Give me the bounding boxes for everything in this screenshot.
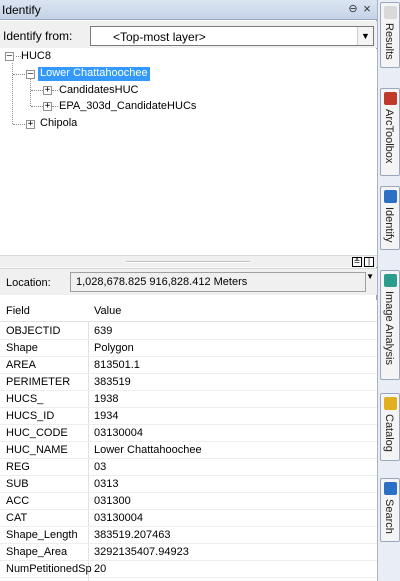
field-cell: NumPetitionedSp xyxy=(6,563,92,575)
pin-icon[interactable]: ⊖ xyxy=(346,2,360,16)
field-cell: SUB xyxy=(6,478,29,490)
value-cell: 03130004 xyxy=(94,427,143,439)
table-row[interactable]: HUCS_ 1938 xyxy=(0,391,377,408)
tree-node-chipola[interactable]: Chipola xyxy=(40,117,77,131)
field-cell: HUC_NAME xyxy=(6,444,68,456)
value-cell: 1934 xyxy=(94,410,119,422)
identify-from-dropdown[interactable]: <Top-most layer> ▼ xyxy=(90,26,374,46)
catalog-icon xyxy=(384,397,397,410)
title-bar: Identify ⊖ × xyxy=(0,0,377,20)
side-tab-label: Search xyxy=(383,499,395,534)
side-tab-image-analysis[interactable]: Image Analysis xyxy=(380,270,400,380)
location-menu-icon[interactable]: ▼ xyxy=(366,272,374,281)
value-cell: 383519 xyxy=(94,376,131,388)
identify-from-label: Identify from: xyxy=(3,29,73,43)
table-row[interactable]: SUB 0313 xyxy=(0,476,377,493)
value-cell: 639 xyxy=(94,325,113,337)
close-icon[interactable]: × xyxy=(360,2,374,16)
field-cell: HUCS_ID xyxy=(6,410,55,422)
table-row[interactable]: Shape Polygon xyxy=(0,340,377,357)
table-row[interactable]: HUCS_ID 1934 xyxy=(0,408,377,425)
field-cell: ACC xyxy=(6,495,30,507)
side-tab-label: ArcToolbox xyxy=(383,109,395,164)
side-tab-label: Results xyxy=(383,23,395,60)
location-label: Location: xyxy=(6,277,51,289)
value-cell: 031300 xyxy=(94,495,131,507)
location-value: 1,028,678.825 916,828.412 Meters xyxy=(76,276,248,288)
results-icon xyxy=(384,6,397,19)
value-cell: 03130004 xyxy=(94,512,143,524)
expand-toggle-epa-303d[interactable]: + xyxy=(43,102,52,111)
collapse-toggle-huc8[interactable]: – xyxy=(5,52,14,61)
identify-from-row: Identify from: <Top-most layer> ▼ xyxy=(0,21,377,48)
value-cell: 3292135407.94923 xyxy=(94,546,189,558)
identify-icon xyxy=(384,190,397,203)
tree-node-huc8[interactable]: HUC8 xyxy=(21,50,51,64)
field-cell: AREA xyxy=(6,359,36,371)
value-cell: Lower Chattahoochee xyxy=(94,444,202,456)
field-cell: Shape_Area xyxy=(6,546,68,558)
value-column-header[interactable]: Value xyxy=(94,305,121,317)
table-row[interactable]: NumPetitionedSp 20 xyxy=(0,561,377,578)
field-cell: OBJECTID xyxy=(6,325,61,337)
identify-from-value: <Top-most layer> xyxy=(113,30,206,44)
table-row[interactable]: AREA 813501.1 xyxy=(0,357,377,374)
side-tab-results[interactable]: Results xyxy=(380,2,400,68)
field-cell: HUC_CODE xyxy=(6,427,68,439)
value-cell: 0313 xyxy=(94,478,119,490)
identify-window: Identify ⊖ × Identify from: <Top-most la… xyxy=(0,0,377,581)
panel-splitter[interactable]: ≙ | xyxy=(0,255,377,267)
side-tab-label: Identify xyxy=(383,207,395,243)
tree-node-candidateshuc[interactable]: CandidatesHUC xyxy=(59,84,138,98)
table-header: Field Value xyxy=(0,300,377,322)
side-tab-label: Catalog xyxy=(383,414,395,452)
field-cell: PERIMETER xyxy=(6,376,71,388)
window-title: Identify xyxy=(2,3,41,17)
expand-toggle-chipola[interactable]: + xyxy=(26,120,35,129)
side-tab-catalog[interactable]: Catalog xyxy=(380,393,400,461)
chevron-down-icon[interactable]: ▼ xyxy=(357,27,373,45)
collapse-toggle-lower-chattahoochee[interactable]: – xyxy=(26,70,35,79)
side-tab-label: Image Analysis xyxy=(383,291,395,365)
field-cell: HUCS_ xyxy=(6,393,44,405)
tree-node-lower-chattahoochee[interactable]: Lower Chattahoochee xyxy=(38,67,150,81)
value-cell: 813501.1 xyxy=(94,359,140,371)
pane-toggle-icon[interactable]: | xyxy=(364,257,374,267)
table-row[interactable]: Shape_Area 3292135407.94923 xyxy=(0,544,377,561)
side-tab-search[interactable]: Search xyxy=(380,478,400,542)
side-tab-strip: Results ArcToolbox Identify Image Analysis C… xyxy=(377,0,400,581)
splitter-grip[interactable] xyxy=(126,261,250,263)
table-row[interactable]: HUC_NAME Lower Chattahoochee xyxy=(0,442,377,459)
field-cell: Shape_Length xyxy=(6,529,78,541)
table-row[interactable]: REG 03 xyxy=(0,459,377,476)
value-cell: 1938 xyxy=(94,393,119,405)
field-cell: Shape xyxy=(6,342,38,354)
table-row[interactable]: CAT 03130004 xyxy=(0,510,377,527)
image-analysis-icon xyxy=(384,274,397,287)
value-cell: Polygon xyxy=(94,342,134,354)
results-tree: – HUC8 – Lower Chattahoochee + Candidate… xyxy=(0,49,377,255)
side-tab-identify[interactable]: Identify xyxy=(380,186,400,250)
location-row: Location: 1,028,678.825 916,828.412 Mete… xyxy=(0,268,377,295)
search-icon xyxy=(384,482,397,495)
table-row[interactable]: OBJECTID 639 xyxy=(0,323,377,340)
field-column-header[interactable]: Field xyxy=(6,305,30,317)
table-row[interactable]: PERIMETER 383519 xyxy=(0,374,377,391)
value-cell: 20 xyxy=(94,563,107,575)
table-row[interactable]: Shape_Length 383519.207463 xyxy=(0,527,377,544)
location-field: 1,028,678.825 916,828.412 Meters xyxy=(70,272,366,292)
attribute-table: Field Value OBJECTID 639 Shape Polygon AREA 8… xyxy=(0,300,377,581)
value-cell: 383519.207463 xyxy=(94,529,171,541)
field-cell: CAT xyxy=(6,512,28,524)
expand-toggle-candidateshuc[interactable]: + xyxy=(43,86,52,95)
expand-all-icon[interactable]: ≙ xyxy=(352,257,362,267)
value-cell: 03 xyxy=(94,461,107,473)
toolbox-icon xyxy=(384,92,397,105)
table-row[interactable]: ACC 031300 xyxy=(0,493,377,510)
side-tab-arctoolbox[interactable]: ArcToolbox xyxy=(380,88,400,176)
tree-node-epa-303d[interactable]: EPA_303d_CandidateHUCs xyxy=(59,100,196,114)
field-cell: REG xyxy=(6,461,30,473)
table-row[interactable]: HUC_CODE 03130004 xyxy=(0,425,377,442)
